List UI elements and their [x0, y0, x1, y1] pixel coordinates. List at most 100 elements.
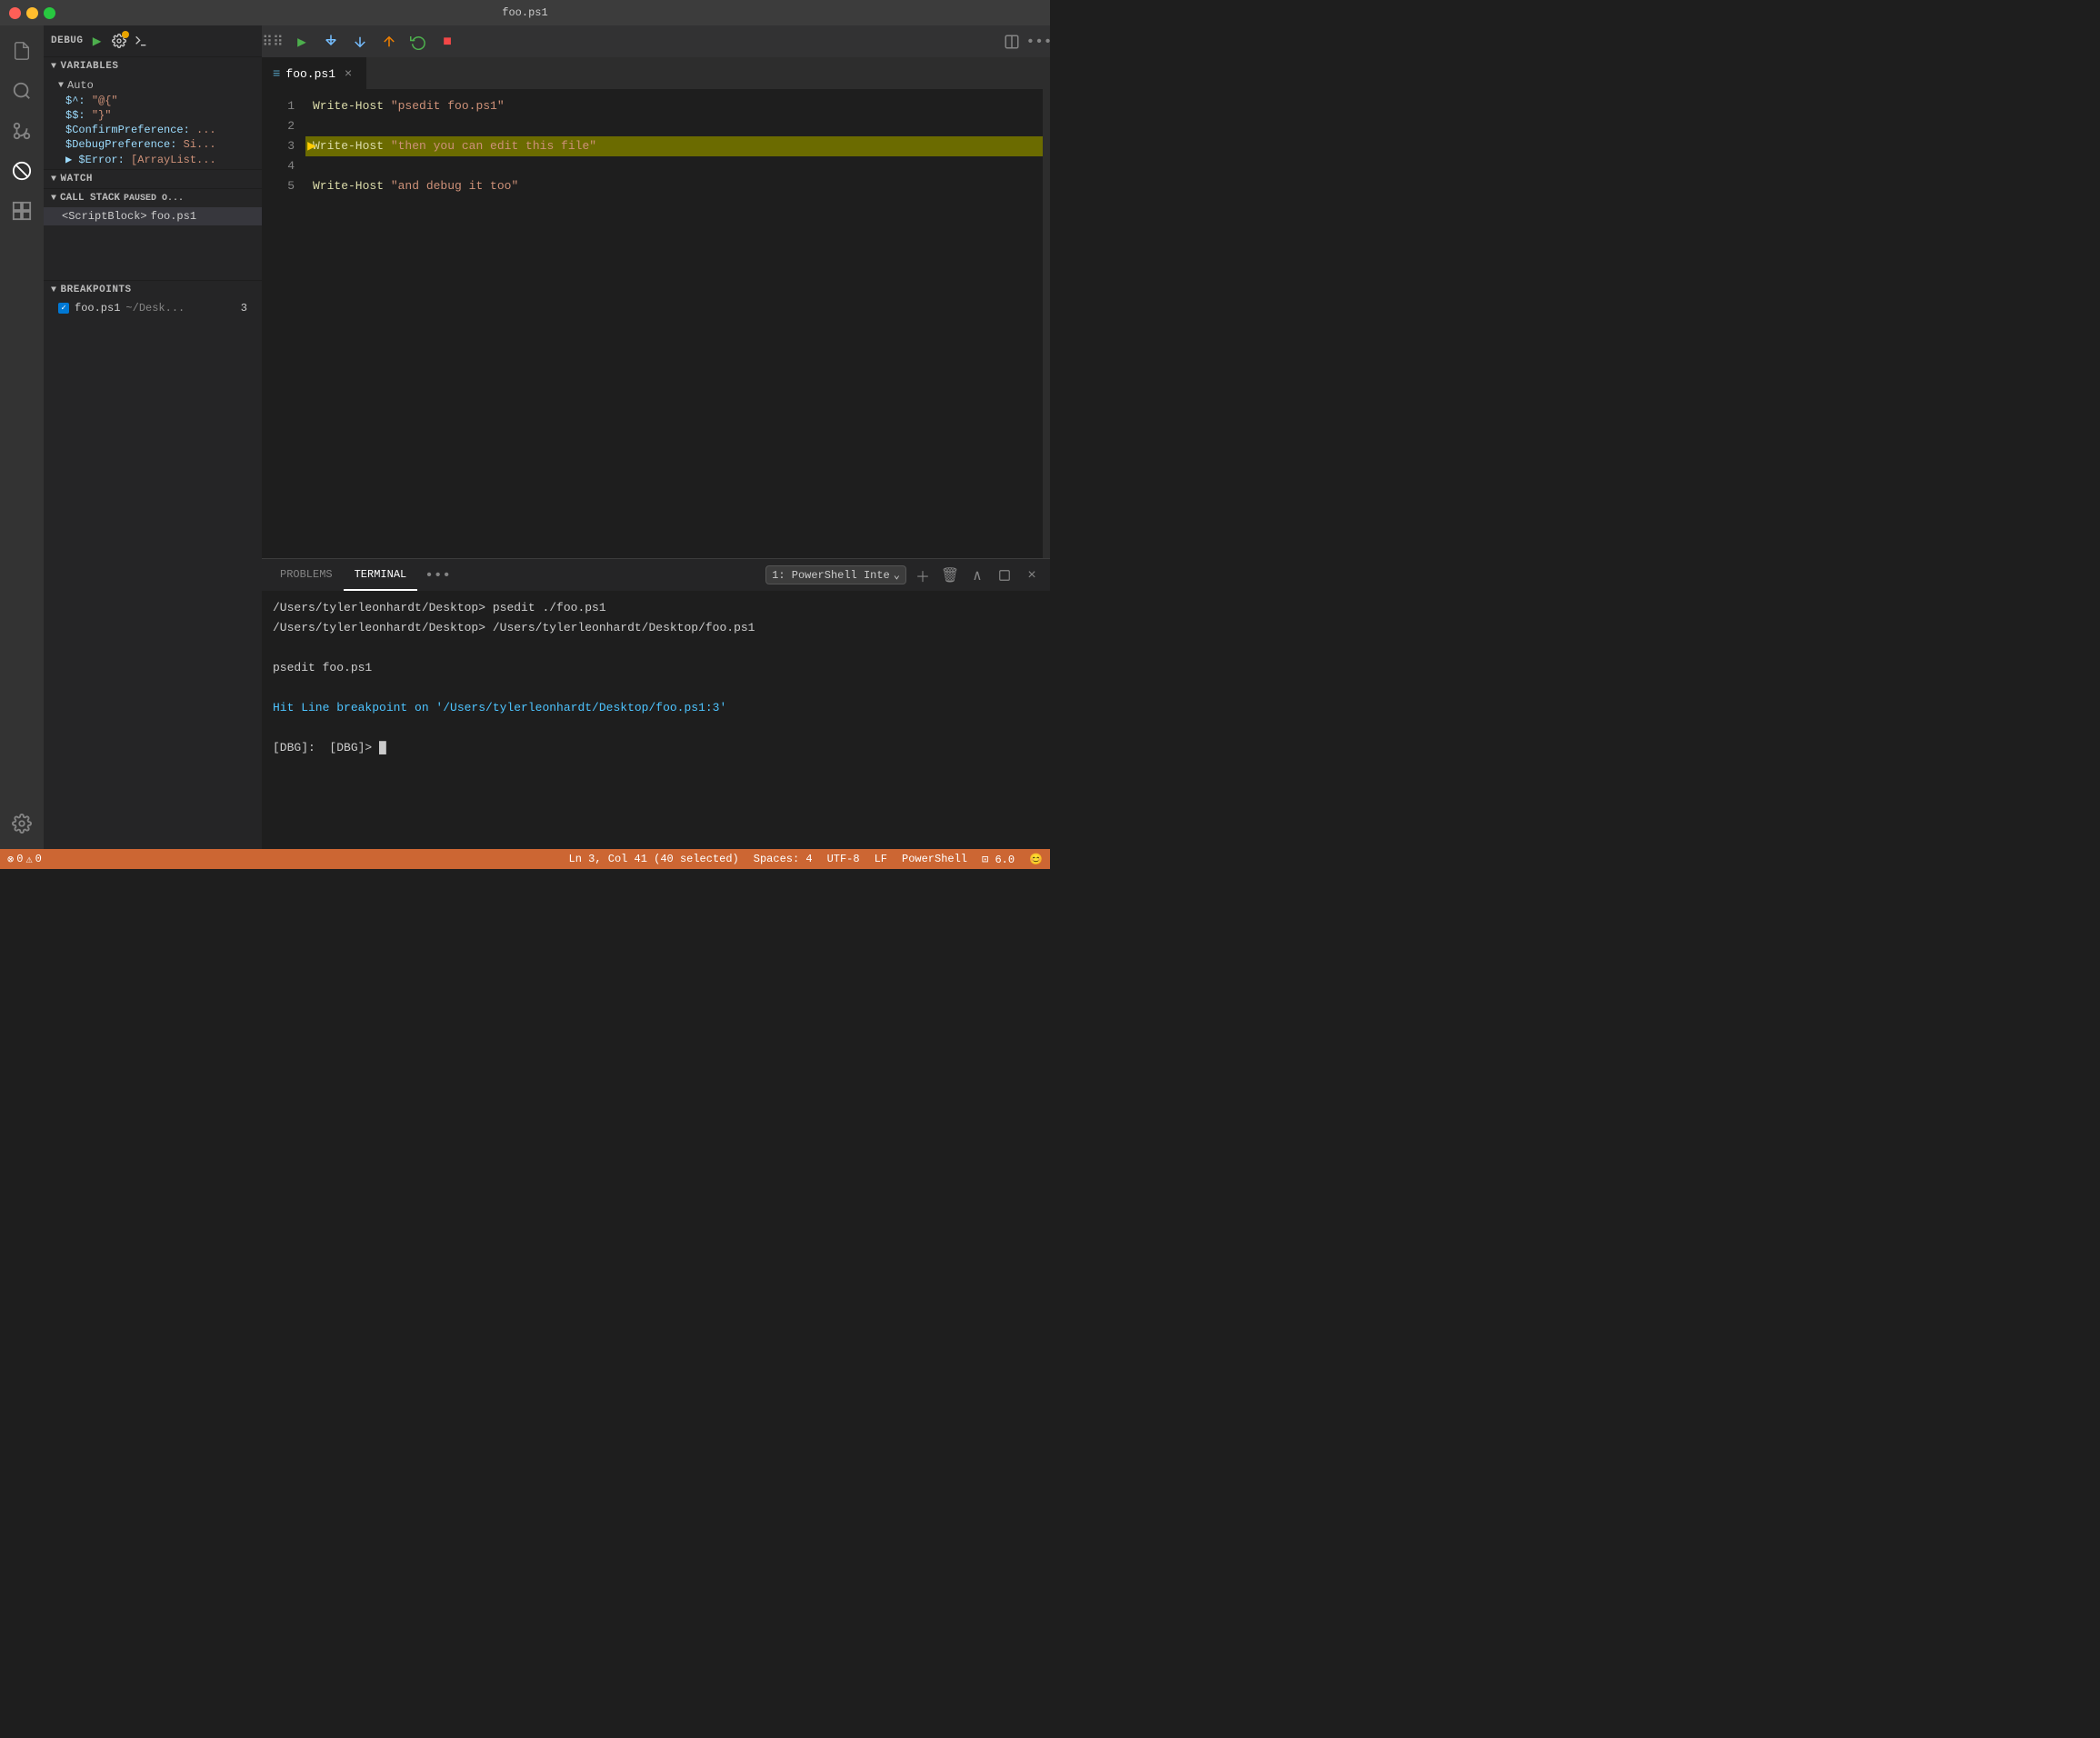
debug-stepinto-button[interactable]	[349, 31, 371, 53]
window-title: foo.ps1	[502, 6, 547, 19]
tab-label: foo.ps1	[285, 67, 335, 81]
tab-close-button[interactable]: ×	[341, 67, 355, 82]
activity-search[interactable]	[4, 73, 40, 109]
activity-extensions[interactable]	[4, 193, 40, 229]
tab-terminal[interactable]: TERMINAL	[344, 559, 418, 591]
status-bar: ⊗ 0 ⚠ 0 Ln 3, Col 41 (40 selected) Space…	[0, 849, 1050, 869]
code-area[interactable]: Write-Host "psedit foo.ps1" ▶ Write-Host…	[305, 89, 1043, 558]
debug-play-button[interactable]: ▶	[89, 33, 105, 49]
panel-maximize-button[interactable]	[994, 564, 1015, 586]
drag-handle[interactable]: ⠿⠿	[262, 31, 284, 53]
terminal-line	[273, 718, 1039, 738]
terminal-line: /Users/tylerleonhardt/Desktop> /Users/ty…	[273, 618, 1039, 638]
activity-bottom	[4, 805, 40, 849]
terminal-content[interactable]: /Users/tylerleonhardt/Desktop> psedit ./…	[262, 591, 1050, 849]
status-line-ending[interactable]: LF	[875, 853, 887, 865]
activity-bar	[0, 25, 44, 849]
debug-continue-button[interactable]: ▶	[291, 31, 313, 53]
watch-header[interactable]: ▼ WATCH	[44, 170, 262, 188]
breakpoints-label: BREAKPOINTS	[61, 285, 132, 295]
breakpoint-checkbox[interactable]: ✓	[58, 303, 69, 314]
variables-label: VARIABLES	[61, 61, 119, 72]
callstack-label: CALL STACK	[60, 193, 120, 204]
callstack-empty	[44, 225, 262, 280]
editor-more-button[interactable]: •••	[1028, 31, 1050, 53]
debug-stepout-button[interactable]	[378, 31, 400, 53]
editor-debug-bar: ⠿⠿ ▶	[262, 25, 1050, 57]
debug-restart-button[interactable]	[407, 31, 429, 53]
gear-badge	[122, 31, 129, 38]
panel-more-button[interactable]: •••	[417, 567, 458, 584]
activity-debug[interactable]	[4, 153, 40, 189]
debug-gear-button[interactable]	[111, 33, 127, 49]
debug-arrow: ▶	[304, 136, 320, 156]
tab-problems[interactable]: PROBLEMS	[269, 559, 344, 591]
debug-toolbar: DEBUG ▶	[44, 25, 262, 57]
auto-header[interactable]: ▼ Auto	[44, 77, 262, 94]
title-bar: foo.ps1	[0, 0, 1050, 25]
panel-tabs: PROBLEMS TERMINAL ••• 1: PowerShell Inte…	[262, 559, 1050, 591]
terminal-selector[interactable]: 1: PowerShell Inte ⌄	[765, 565, 906, 584]
paused-badge: PAUSED O...	[124, 194, 184, 204]
sidebar: DEBUG ▶ ▼ VARIABLES	[44, 25, 262, 849]
callstack-item[interactable]: <ScriptBlock> foo.ps1	[44, 207, 262, 225]
activity-git[interactable]	[4, 113, 40, 149]
terminal-line: Hit Line breakpoint on '/Users/tylerleon…	[273, 698, 1039, 718]
status-position[interactable]: Ln 3, Col 41 (40 selected)	[569, 853, 739, 865]
watch-label: WATCH	[61, 174, 94, 185]
editor-split-button[interactable]	[1001, 31, 1023, 53]
terminal-line	[273, 678, 1039, 698]
window-controls[interactable]	[9, 7, 55, 19]
terminal-line	[273, 638, 1039, 658]
status-emoji: 😊	[1029, 853, 1043, 866]
panel-actions: 1: PowerShell Inte ⌄ ＋ 🗑 ∧ ×	[765, 564, 1043, 586]
activity-explorer[interactable]	[4, 33, 40, 69]
status-language[interactable]: PowerShell	[902, 853, 967, 865]
scrollbar[interactable]	[1043, 89, 1050, 558]
var-item[interactable]: $$: "}"	[44, 108, 262, 123]
panel-area: PROBLEMS TERMINAL ••• 1: PowerShell Inte…	[262, 558, 1050, 849]
debug-stepover-button[interactable]	[320, 31, 342, 53]
code-line-2	[305, 116, 1043, 136]
app-layout: DEBUG ▶ ▼ VARIABLES	[0, 25, 1050, 869]
tab-bar: ≡ foo.ps1 ×	[262, 57, 1050, 89]
debug-stop-button[interactable]: ■	[436, 31, 458, 53]
terminal-line: psedit foo.ps1	[273, 658, 1039, 678]
callstack-section: ▼ CALL STACK PAUSED O... <ScriptBlock> f…	[44, 188, 262, 280]
debug-terminal-button[interactable]	[133, 33, 149, 49]
status-right: Ln 3, Col 41 (40 selected) Spaces: 4 UTF…	[569, 853, 1043, 866]
status-encoding[interactable]: UTF-8	[827, 853, 860, 865]
minimize-button[interactable]	[26, 7, 38, 19]
maximize-button[interactable]	[44, 7, 55, 19]
main-row: DEBUG ▶ ▼ VARIABLES	[0, 25, 1050, 849]
status-spaces[interactable]: Spaces: 4	[754, 853, 813, 865]
status-errors[interactable]: ⊗ 0 ⚠ 0	[7, 853, 42, 866]
breakpoints-section: ▼ BREAKPOINTS ✓ foo.ps1 ~/Desk... 3	[44, 280, 262, 317]
variables-header[interactable]: ▼ VARIABLES	[44, 57, 262, 75]
status-left: ⊗ 0 ⚠ 0	[7, 853, 42, 866]
breakpoints-header[interactable]: ▼ BREAKPOINTS	[44, 281, 262, 299]
editor-area: ⠿⠿ ▶	[262, 25, 1050, 849]
panel-close-button[interactable]: ×	[1021, 564, 1043, 586]
tab-file-icon: ≡	[273, 67, 280, 82]
terminal-line: [DBG]: [DBG]> █	[273, 738, 1039, 758]
close-button[interactable]	[9, 7, 21, 19]
watch-section: ▼ WATCH	[44, 169, 262, 188]
callstack-header[interactable]: ▼ CALL STACK PAUSED O...	[44, 189, 262, 207]
code-line-1: Write-Host "psedit foo.ps1"	[305, 96, 1043, 116]
var-item[interactable]: $DebugPreference: Si...	[44, 137, 262, 152]
tab-foo-ps1[interactable]: ≡ foo.ps1 ×	[262, 57, 366, 89]
code-line-4	[305, 156, 1043, 176]
breakpoint-item[interactable]: ✓ foo.ps1 ~/Desk... 3	[44, 299, 262, 317]
var-item[interactable]: $ConfirmPreference: ...	[44, 123, 262, 137]
var-item[interactable]: ▶ $Error: [ArrayList...	[44, 152, 262, 167]
code-line-3: ▶ Write-Host "then you can edit this fil…	[305, 136, 1043, 156]
editor-content[interactable]: 1 2 3 4 5 Write-Host "psedit foo.ps1"	[262, 89, 1050, 558]
status-extension[interactable]: ⊡ 6.0	[982, 853, 1015, 866]
panel-add-button[interactable]: ＋	[912, 564, 934, 586]
var-item[interactable]: $^: "@{"	[44, 94, 262, 108]
panel-collapse-button[interactable]: ∧	[966, 564, 988, 586]
panel-delete-button[interactable]: 🗑	[939, 564, 961, 586]
variables-content: ▼ Auto $^: "@{" $$: "}" $ConfirmPreferen…	[44, 75, 262, 169]
activity-settings[interactable]	[4, 805, 40, 842]
